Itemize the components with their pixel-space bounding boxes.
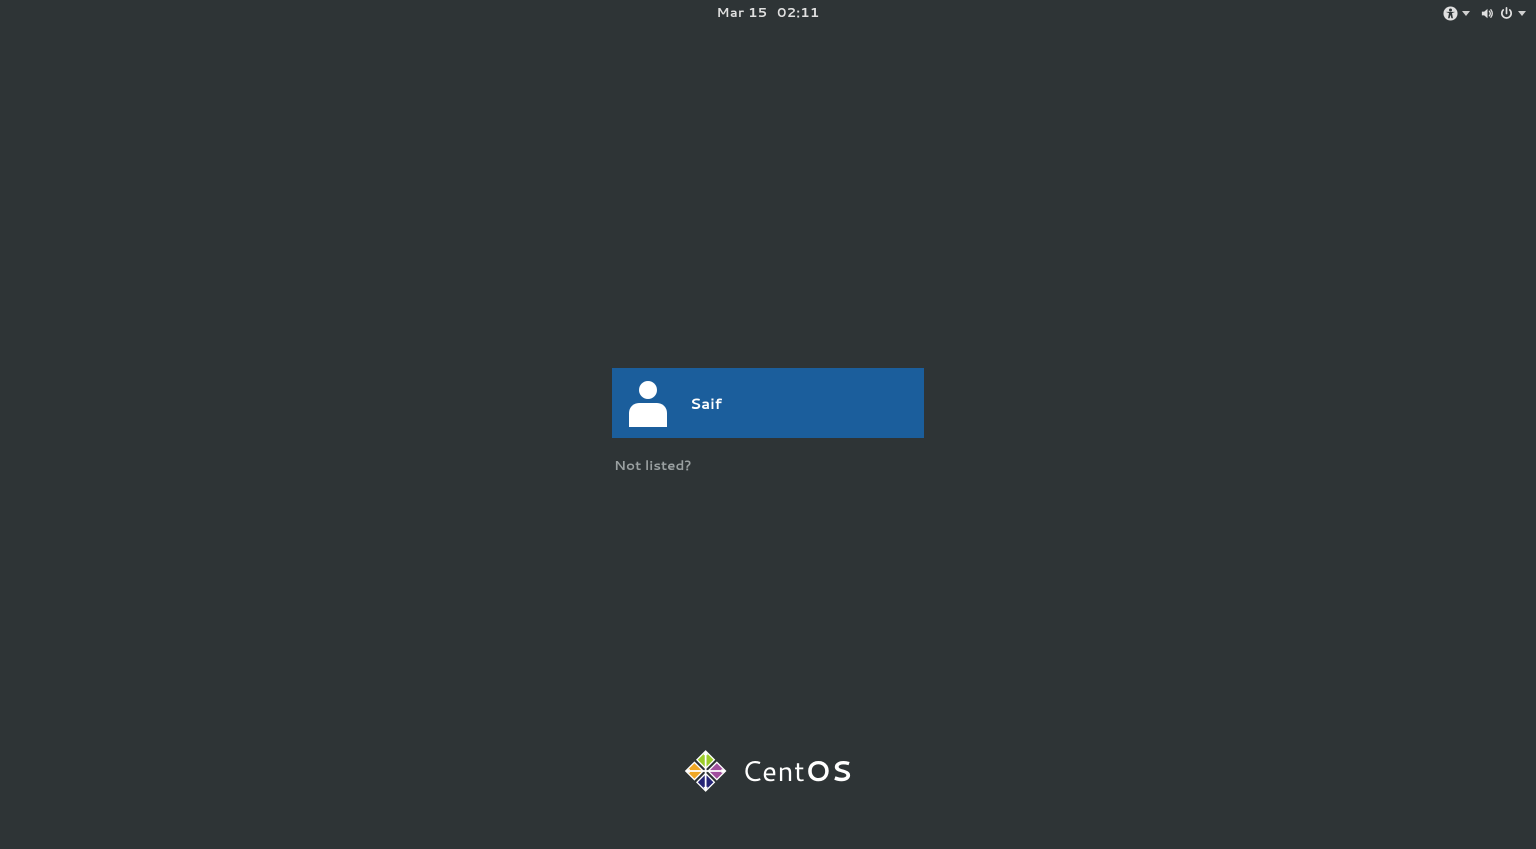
os-name: CentOS	[742, 751, 853, 791]
username-label: Saif	[690, 393, 722, 414]
centos-logo-icon	[684, 749, 728, 793]
avatar-icon	[628, 379, 668, 427]
system-menu[interactable]	[1480, 6, 1526, 21]
not-listed-link[interactable]: Not listed?	[614, 456, 924, 475]
clock[interactable]: Mar 15 02:11	[717, 4, 820, 22]
accessibility-menu[interactable]	[1443, 6, 1470, 21]
time-label: 02:11	[777, 4, 819, 22]
os-name-prefix: Cent	[742, 751, 806, 791]
os-name-suffix: OS	[805, 751, 852, 791]
login-panel: Saif Not listed?	[612, 368, 924, 475]
accessibility-icon	[1443, 6, 1458, 21]
chevron-down-icon	[1462, 11, 1470, 16]
chevron-down-icon	[1518, 11, 1526, 16]
date-label: Mar 15	[717, 4, 768, 22]
user-entry[interactable]: Saif	[612, 368, 924, 438]
status-area	[1443, 0, 1526, 26]
power-icon	[1499, 6, 1514, 21]
volume-icon	[1480, 6, 1495, 21]
os-branding: CentOS	[684, 749, 853, 793]
top-bar: Mar 15 02:11	[0, 0, 1536, 26]
